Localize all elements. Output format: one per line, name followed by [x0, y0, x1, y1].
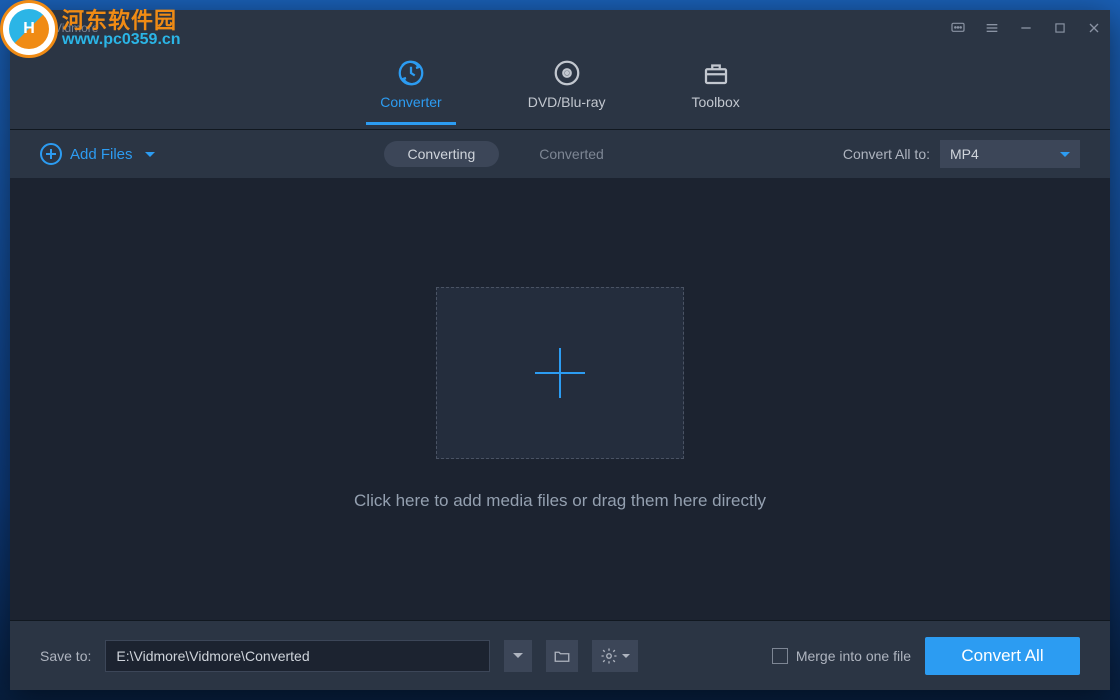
titlebar: Vidmore	[10, 10, 1110, 46]
chevron-down-icon	[1060, 152, 1070, 157]
add-files-label: Add Files	[70, 146, 133, 163]
folder-icon	[553, 647, 571, 665]
sub-toolbar: Add Files Converting Converted Convert A…	[10, 130, 1110, 178]
output-path[interactable]: E:\Vidmore\Vidmore\Converted	[105, 640, 490, 672]
merge-label: Merge into one file	[796, 648, 911, 664]
main-content: Click here to add media files or drag th…	[10, 178, 1110, 620]
tab-converter[interactable]: Converter	[366, 52, 455, 124]
tab-converter-label: Converter	[380, 94, 441, 110]
chevron-down-icon	[622, 654, 630, 658]
gear-icon	[600, 647, 618, 665]
toolbox-icon	[701, 58, 731, 88]
convert-all-to-label: Convert All to:	[843, 146, 930, 162]
app-logo	[18, 14, 46, 42]
add-files-dropzone[interactable]	[436, 287, 684, 459]
app-title: Vidmore	[54, 21, 950, 35]
plus-circle-icon	[40, 143, 62, 165]
dropzone-help-text: Click here to add media files or drag th…	[354, 491, 766, 511]
plus-icon	[535, 348, 585, 398]
tab-dvd-label: DVD/Blu-ray	[528, 94, 606, 110]
minimize-icon[interactable]	[1018, 20, 1034, 36]
merge-checkbox[interactable]: Merge into one file	[772, 648, 911, 664]
convert-all-button[interactable]: Convert All	[925, 637, 1080, 675]
chevron-down-icon	[145, 152, 155, 157]
format-dropdown[interactable]: MP4	[940, 140, 1080, 168]
feedback-icon[interactable]	[950, 20, 966, 36]
add-files-button[interactable]: Add Files	[40, 143, 155, 165]
tab-converting[interactable]: Converting	[384, 141, 500, 167]
chevron-down-icon	[513, 653, 523, 658]
tab-converted[interactable]: Converted	[529, 141, 614, 167]
disc-icon	[552, 58, 582, 88]
settings-button[interactable]	[592, 640, 638, 672]
save-to-label: Save to:	[40, 648, 91, 664]
path-dropdown-button[interactable]	[504, 640, 532, 672]
tab-toolbox[interactable]: Toolbox	[678, 52, 754, 124]
menu-icon[interactable]	[984, 20, 1000, 36]
format-selected: MP4	[950, 146, 979, 162]
maximize-icon[interactable]	[1052, 20, 1068, 36]
tab-dvd[interactable]: DVD/Blu-ray	[514, 52, 620, 124]
bottom-toolbar: Save to: E:\Vidmore\Vidmore\Converted Me…	[10, 620, 1110, 690]
close-icon[interactable]	[1086, 20, 1102, 36]
top-navigation: Converter DVD/Blu-ray Toolbox	[10, 46, 1110, 130]
open-folder-button[interactable]	[546, 640, 578, 672]
tab-toolbox-label: Toolbox	[692, 94, 740, 110]
converter-icon	[396, 58, 426, 88]
checkbox-icon	[772, 648, 788, 664]
